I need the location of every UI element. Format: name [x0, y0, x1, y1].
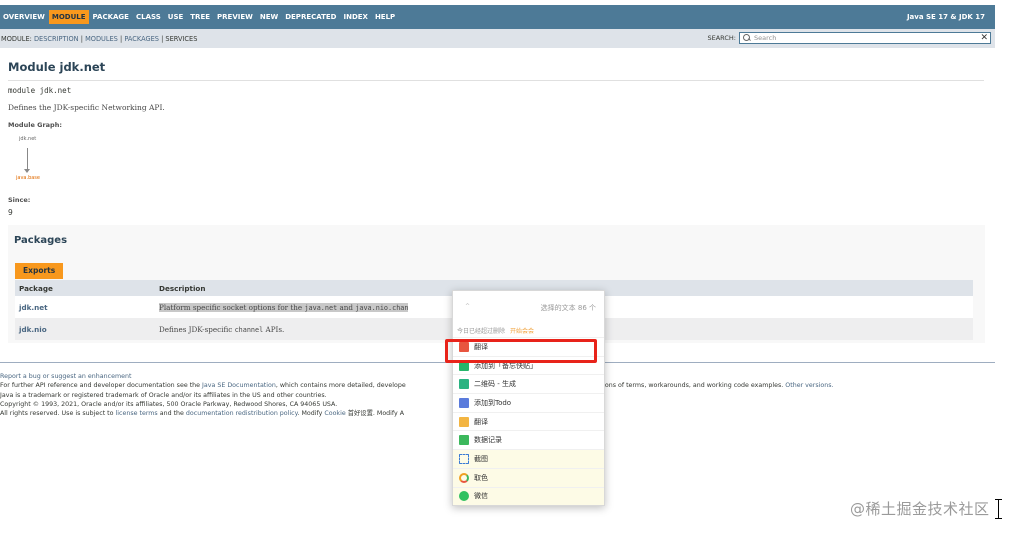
menu-item-add-todo[interactable]: 添加到Todo	[453, 393, 604, 412]
separator: |	[80, 34, 83, 43]
screenshot-icon	[459, 453, 469, 464]
popup-header: ^ 选择的文本 86 个	[453, 291, 604, 324]
breadcrumb-prefix: MODULE:	[1, 34, 32, 43]
menu-item-translate-alt[interactable]: 翻译	[453, 411, 604, 431]
color-picker-icon	[459, 472, 469, 483]
java-se-docs-link[interactable]: Java SE Documentation	[202, 382, 276, 389]
link-packages[interactable]: PACKAGES	[124, 35, 159, 43]
selected-text: Platform specific socket options for the…	[159, 302, 409, 312]
link-modules[interactable]: MODULES	[85, 35, 118, 43]
graph-arrow-icon	[24, 148, 30, 173]
toggle-link[interactable]: 开始会会	[510, 326, 534, 335]
nav-class[interactable]: CLASS	[133, 10, 164, 24]
footer-line: All rights reserved. Use is subject to l…	[0, 410, 405, 418]
nav-tree[interactable]: TREE	[187, 10, 213, 24]
search-input[interactable]: Search ✕	[739, 32, 991, 44]
footer-line: Java is a trademark or registered tradem…	[0, 391, 327, 399]
breadcrumb: MODULE: DESCRIPTION | MODULES | PACKAGES…	[0, 35, 197, 43]
qrcode-icon	[459, 379, 469, 390]
footer-line: For further API reference and developer …	[0, 382, 834, 390]
menu-item-wechat[interactable]: 微信	[453, 486, 604, 506]
separator: |	[161, 34, 164, 43]
popup-subheader: 今日已经超过删除 开始会会	[453, 324, 604, 336]
top-navbar: OVERVIEW MODULE PACKAGE CLASS USE TREE P…	[0, 5, 995, 29]
nav-module[interactable]: MODULE	[48, 10, 89, 24]
since-label: Since:	[8, 196, 31, 204]
wechat-icon	[459, 491, 469, 502]
nav-overview[interactable]: OVERVIEW	[0, 10, 48, 24]
separator: |	[119, 34, 123, 43]
packages-heading: Packages	[14, 235, 68, 246]
translate-alt-icon	[459, 416, 469, 427]
text-cursor-icon	[993, 499, 1005, 519]
nav-use[interactable]: USE	[165, 10, 187, 24]
menu-item-screenshot[interactable]: 截图	[453, 449, 604, 468]
highlight-annotation-box	[445, 339, 597, 363]
link-services: SERVICES	[165, 34, 198, 43]
package-link-jdk-net[interactable]: jdk.net	[19, 303, 48, 312]
license-terms-link[interactable]: license terms	[116, 410, 158, 417]
footer: Report a bug or suggest an enhancement F…	[0, 372, 834, 418]
page-title: Module jdk.net	[8, 60, 106, 74]
brand-label: Java SE 17 & JDK 17	[906, 13, 985, 21]
today-label: 今日已经超过删除	[457, 327, 506, 335]
todo-icon	[459, 397, 469, 408]
menu-item-color-picker[interactable]: 取色	[453, 467, 604, 487]
menu-item-qrcode[interactable]: 二维码 - 生成	[453, 374, 604, 393]
nav-preview[interactable]: PREVIEW	[214, 10, 256, 24]
sub-navbar: MODULE: DESCRIPTION | MODULES | PACKAGES…	[0, 29, 995, 48]
redistribution-policy-link[interactable]: documentation redistribution policy	[186, 410, 298, 417]
graph-node-java-base: java.base	[16, 175, 40, 181]
other-versions-link[interactable]: Other versions.	[785, 382, 833, 389]
report-bug-link[interactable]: Report a bug or suggest an enhancement	[0, 373, 131, 380]
selection-popup-menu: ^ 选择的文本 86 个 今日已经超过删除 开始会会 翻译 添加到「备忘快贴」 …	[452, 290, 605, 506]
link-description[interactable]: DESCRIPTION	[34, 35, 79, 43]
package-link-jdk-nio[interactable]: jdk.nio	[19, 325, 47, 334]
selected-count: 选择的文本 86 个	[540, 304, 596, 312]
collapse-icon[interactable]: ^	[465, 303, 470, 310]
module-declaration: module jdk.net	[8, 86, 72, 95]
nav-new[interactable]: NEW	[257, 10, 281, 24]
clear-search-button[interactable]: ✕	[980, 33, 988, 43]
footer-line: Copyright © 1993, 2021, Oracle and/or it…	[0, 400, 338, 408]
record-icon	[459, 435, 469, 446]
column-header-package: Package	[19, 283, 53, 293]
search-placeholder: Search	[754, 34, 777, 42]
search-icon	[743, 34, 751, 42]
menu-item-data-record[interactable]: 数据记录	[453, 430, 604, 449]
since-value: 9	[8, 208, 13, 217]
nav-package[interactable]: PACKAGE	[90, 10, 132, 24]
module-graph-label: Module Graph:	[8, 121, 62, 129]
nav-deprecated[interactable]: DEPRECATED	[282, 10, 339, 24]
module-description: Defines the JDK-specific Networking API.	[8, 103, 165, 112]
nav-help[interactable]: HELP	[372, 10, 398, 24]
watermark: @稀土掘金技术社区	[850, 500, 990, 518]
search-label: SEARCH:	[707, 34, 737, 42]
search-area: SEARCH: Search ✕	[707, 32, 991, 44]
nav-index[interactable]: INDEX	[341, 10, 371, 24]
cookie-link[interactable]: Cookie	[324, 410, 345, 417]
title-divider	[8, 80, 984, 81]
tab-exports[interactable]: Exports	[15, 263, 64, 279]
graph-node-jdk-net: jdk.net	[19, 136, 37, 142]
module-graph[interactable]: jdk.net java.base	[16, 136, 46, 184]
